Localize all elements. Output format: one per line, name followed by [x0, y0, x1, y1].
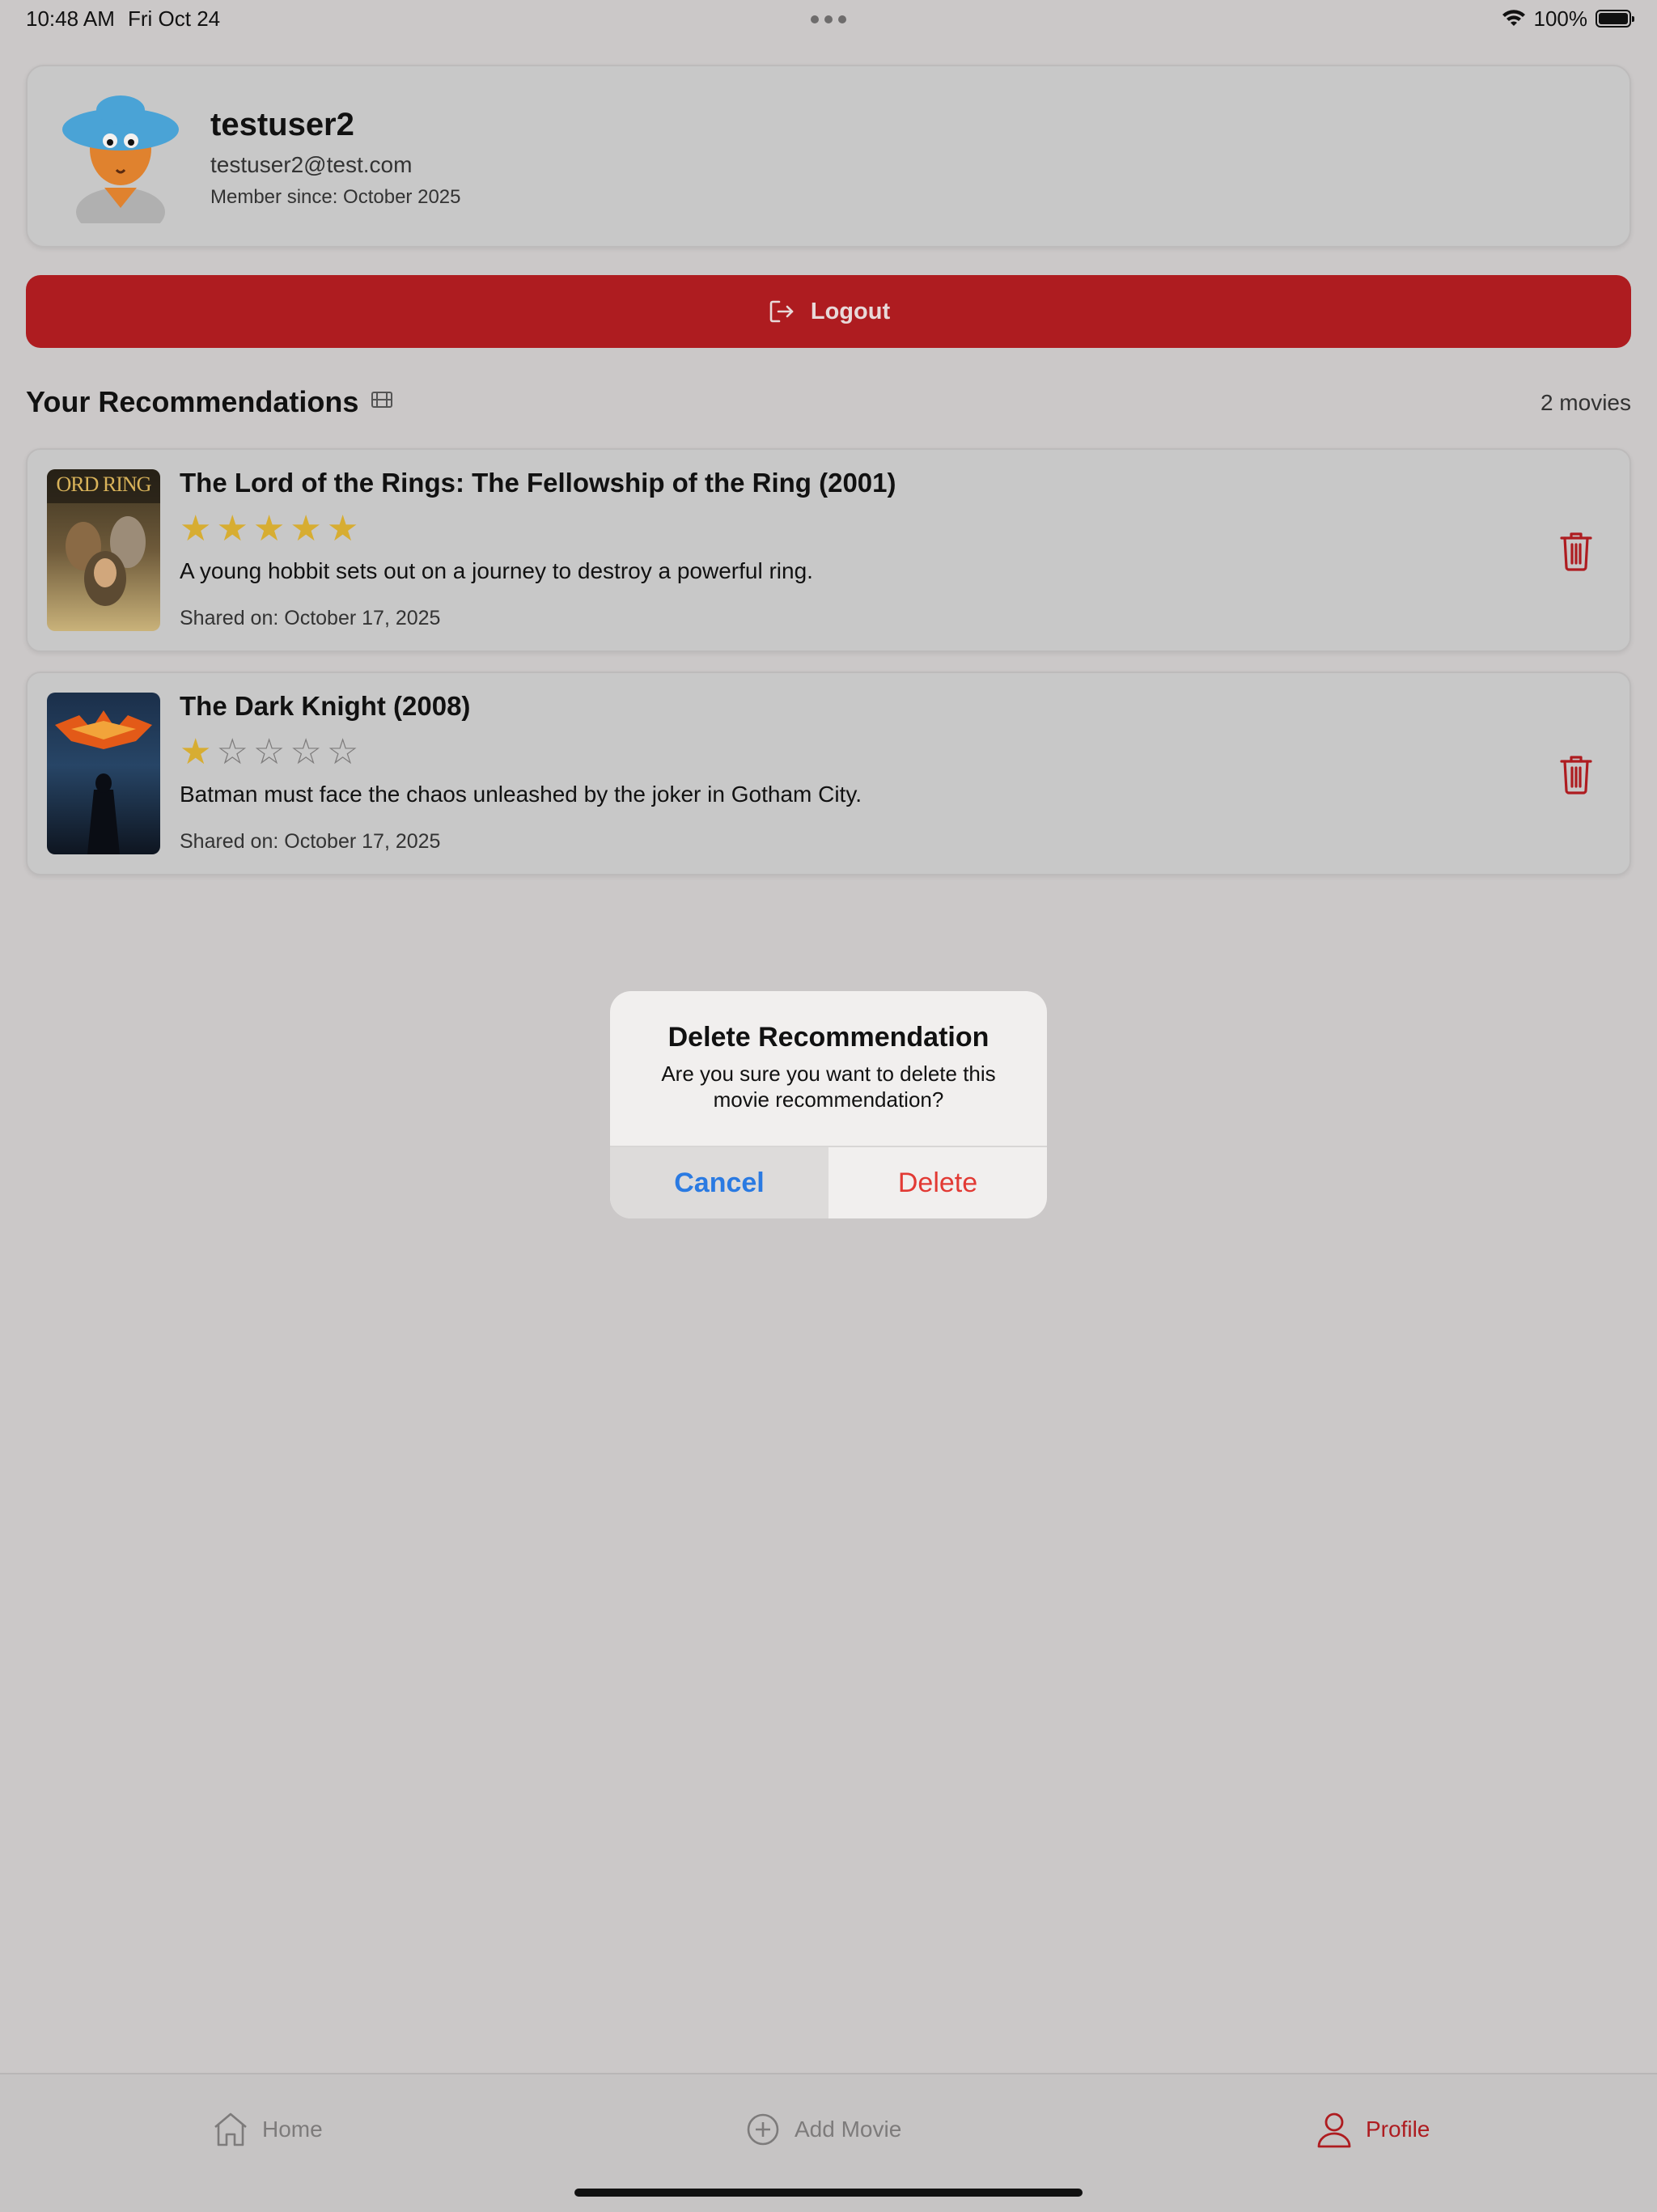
delete-button[interactable]: Delete: [828, 1147, 1047, 1218]
logout-label: Logout: [810, 298, 891, 324]
username: testuser2: [210, 107, 354, 142]
shared-date: Shared on: October 17, 2025: [180, 607, 441, 629]
star-empty-icon: ☆: [326, 732, 359, 772]
tab-add-movie[interactable]: Add Movie: [743, 2107, 901, 2152]
shared-date: Shared on: October 17, 2025: [180, 830, 441, 853]
section-title: Your Recommendations: [26, 385, 394, 419]
tab-add-movie-label: Add Movie: [795, 2117, 902, 2142]
star-filled-icon: ★: [326, 509, 359, 549]
star-empty-icon: ☆: [216, 732, 248, 772]
movie-title: The Lord of the Rings: The Fellowship of…: [180, 468, 896, 498]
battery-icon: [1596, 10, 1634, 28]
wifi-icon: [1502, 10, 1525, 26]
star-filled-icon: ★: [180, 509, 212, 549]
member-since: Member since: October 2025: [210, 186, 461, 208]
poster-title-text: ORD RING: [56, 472, 152, 496]
profile-card: testuser2 testuser2@test.com Member sinc…: [26, 65, 1631, 248]
trash-icon[interactable]: [1558, 752, 1594, 795]
home-icon: [214, 2112, 247, 2146]
movie-poster: [47, 693, 160, 854]
movie-card[interactable]: The Dark Knight (2008) ★ ☆ ☆ ☆ ☆ Batman must…: [26, 672, 1631, 875]
section-title-text: Your Recommendations: [26, 385, 359, 418]
star-rating: ★ ☆ ☆ ☆ ☆: [180, 735, 358, 770]
plus-circle-icon: [747, 2113, 779, 2146]
status-indicators: 100%: [1502, 5, 1634, 32]
logout-button[interactable]: Logout: [26, 275, 1631, 348]
movie-count: 2 movies: [1540, 390, 1631, 415]
logout-icon: [769, 300, 794, 323]
star-rating: ★ ★ ★ ★ ★: [180, 511, 358, 547]
star-empty-icon: ☆: [290, 732, 322, 772]
user-email: testuser2@test.com: [210, 152, 413, 177]
tab-profile-label: Profile: [1366, 2117, 1430, 2142]
star-filled-icon: ★: [290, 509, 322, 549]
home-indicator[interactable]: [574, 2189, 1083, 2197]
movie-card[interactable]: ORD RING The Lord of the Rings: The Fell…: [26, 448, 1631, 652]
star-filled-icon: ★: [252, 509, 286, 549]
delete-confirmation-dialog: Delete Recommendation Are you sure you w…: [610, 991, 1047, 1218]
status-time: 10:48 AM: [26, 6, 115, 31]
tab-home[interactable]: Home: [210, 2107, 323, 2152]
star-filled-icon: ★: [216, 509, 248, 549]
film-icon: [370, 385, 394, 419]
tab-profile[interactable]: Profile: [1314, 2107, 1430, 2152]
movie-title: The Dark Knight (2008): [180, 691, 471, 721]
star-empty-icon: ☆: [252, 732, 286, 772]
avatar: [62, 95, 179, 223]
dialog-title: Delete Recommendation: [667, 1022, 990, 1053]
cancel-button[interactable]: Cancel: [610, 1147, 828, 1218]
multitasking-dots-icon[interactable]: [811, 15, 846, 23]
trash-icon[interactable]: [1558, 529, 1594, 571]
person-icon: [1317, 2112, 1351, 2148]
battery-percentage: 100%: [1533, 6, 1588, 31]
status-bar: 10:48 AM Fri Oct 24 100%: [0, 0, 1657, 40]
star-filled-icon: ★: [180, 732, 212, 772]
status-date: Fri Oct 24: [128, 6, 221, 31]
movie-description: Batman must face the chaos unleashed by …: [180, 782, 862, 807]
movie-description: A young hobbit sets out on a journey to …: [180, 558, 813, 583]
tab-home-label: Home: [262, 2117, 323, 2142]
movie-poster: ORD RING: [47, 469, 160, 631]
dialog-message: Are you sure you want to delete this mov…: [661, 1062, 996, 1112]
